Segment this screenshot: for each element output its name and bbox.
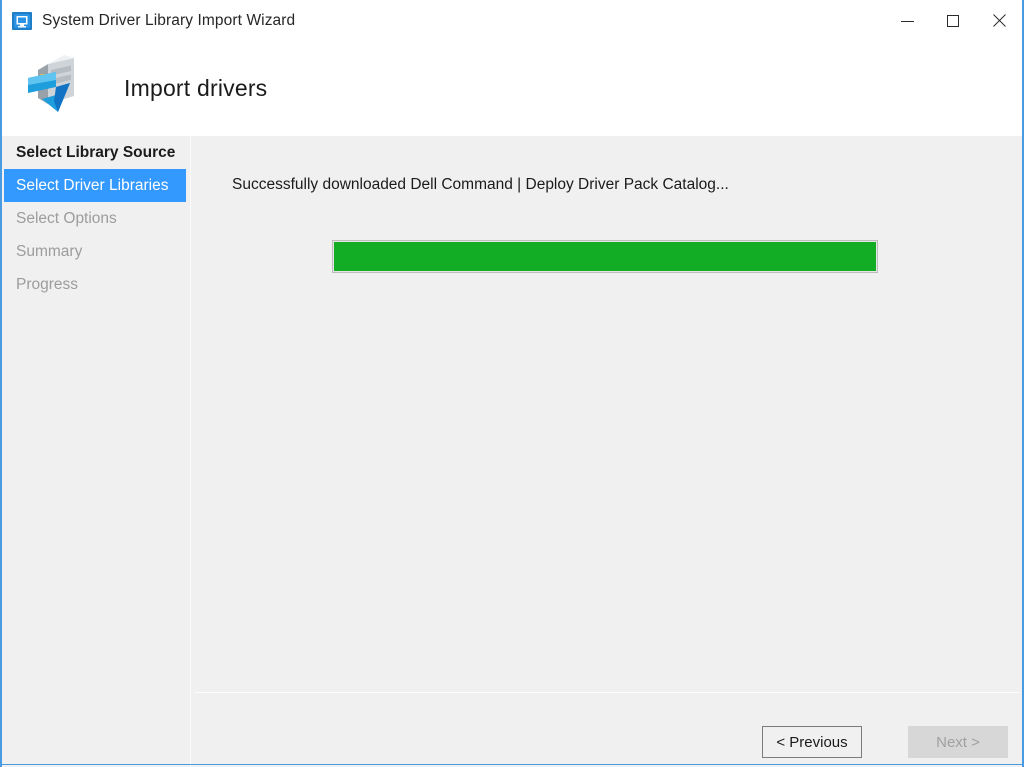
- minimize-icon: [900, 21, 914, 22]
- next-button: Next >: [908, 726, 1008, 758]
- sidebar-item-label: Select Options: [16, 209, 117, 227]
- title-bar: System Driver Library Import Wizard: [2, 0, 1022, 41]
- sidebar-item-label: Summary: [16, 242, 83, 260]
- page-title: Import drivers: [124, 75, 268, 101]
- sidebar-item-label: Select Driver Libraries: [16, 176, 169, 194]
- window-controls: [884, 0, 1022, 41]
- sidebar-item-label: Progress: [16, 275, 79, 293]
- sidebar-item-select-driver-libraries[interactable]: Select Driver Libraries: [4, 169, 186, 202]
- status-message: Successfully downloaded Dell Command | D…: [232, 176, 729, 193]
- wizard-step-nav: Select Library Source Select Driver Libr…: [4, 136, 190, 767]
- minimize-button[interactable]: [884, 0, 930, 41]
- sidebar-item-label: Select Library Source: [16, 143, 176, 161]
- progress-bar-fill: [334, 242, 876, 271]
- wizard-footer: < Previous Next >: [191, 693, 1020, 767]
- server-import-arrow-icon: [26, 54, 100, 124]
- background-window-border: [0, 764, 1024, 765]
- sidebar-item-select-library-source[interactable]: Select Library Source: [4, 136, 190, 169]
- progress-bar: [332, 240, 878, 273]
- maximize-button[interactable]: [930, 0, 976, 41]
- computer-monitor-icon: [11, 10, 33, 32]
- window-title: System Driver Library Import Wizard: [42, 11, 296, 29]
- sidebar-item-summary[interactable]: Summary: [4, 235, 190, 268]
- sidebar-item-progress[interactable]: Progress: [4, 268, 190, 301]
- sidebar-item-select-options[interactable]: Select Options: [4, 202, 190, 235]
- close-button[interactable]: [976, 0, 1022, 41]
- close-icon: [991, 13, 1007, 29]
- main-content: Successfully downloaded Dell Command | D…: [191, 136, 1020, 767]
- wizard-header: Import drivers: [2, 41, 1022, 136]
- wizard-window: System Driver Library Import Wizard Impo…: [0, 0, 1024, 767]
- maximize-icon: [947, 14, 959, 27]
- previous-button[interactable]: < Previous: [762, 726, 862, 758]
